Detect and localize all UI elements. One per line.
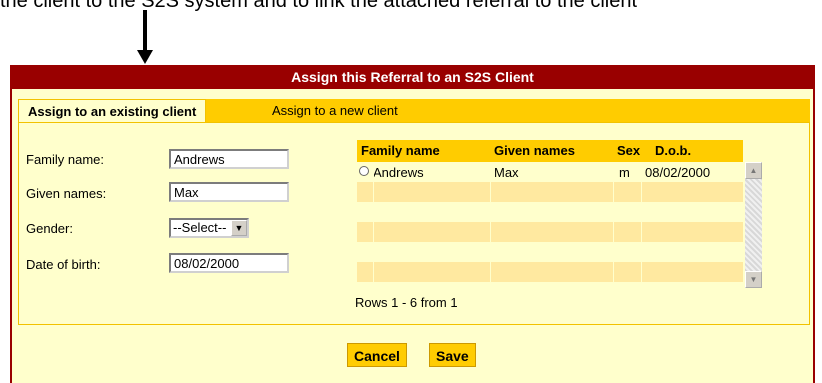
cell-given: Max bbox=[494, 165, 519, 180]
cell-family: Andrews bbox=[373, 165, 424, 180]
family-name-label: Family name: bbox=[26, 152, 105, 167]
gender-select-value: --Select-- bbox=[173, 220, 227, 235]
table-scrollbar[interactable]: ▲ ▼ bbox=[745, 162, 762, 288]
table-row-empty bbox=[357, 222, 743, 242]
cell-sex: m bbox=[619, 165, 630, 180]
family-name-input[interactable] bbox=[169, 149, 289, 169]
given-names-input[interactable] bbox=[169, 182, 289, 202]
instruction-caption: the client to the S2S system and to link… bbox=[0, 0, 638, 12]
dob-input[interactable] bbox=[169, 253, 289, 273]
column-header-family: Family name bbox=[361, 143, 440, 158]
save-button[interactable]: Save bbox=[429, 343, 476, 367]
cell-dob: 08/02/2000 bbox=[645, 165, 711, 180]
column-divider bbox=[641, 162, 642, 286]
arrow-down-icon bbox=[137, 50, 153, 64]
dialog-title: Assign this Referral to an S2S Client bbox=[12, 65, 813, 89]
tab-new-client[interactable]: Assign to a new client bbox=[263, 99, 407, 123]
gender-select[interactable]: --Select-- ▼ bbox=[169, 218, 249, 238]
select-row-radio[interactable] bbox=[359, 166, 369, 176]
table-header: Family name Given names Sex D.o.b. bbox=[357, 140, 743, 162]
column-divider bbox=[490, 162, 491, 286]
rows-info: Rows 1 - 6 from 1 bbox=[355, 295, 458, 310]
column-divider bbox=[613, 162, 614, 286]
cancel-button[interactable]: Cancel bbox=[347, 343, 407, 367]
table-row-empty bbox=[357, 262, 743, 282]
column-header-sex: Sex bbox=[617, 143, 641, 158]
dob-label: Date of birth: bbox=[26, 257, 101, 272]
table-row[interactable]: Andrews Max m 08/02/2000 bbox=[357, 162, 743, 182]
column-divider bbox=[373, 162, 374, 286]
table-row-empty bbox=[357, 242, 743, 262]
table-row-empty bbox=[357, 202, 743, 222]
arrow-pointer bbox=[143, 10, 147, 52]
table-row-empty bbox=[357, 182, 743, 202]
tab-existing-client[interactable]: Assign to an existing client bbox=[18, 99, 207, 124]
chevron-down-icon[interactable]: ▼ bbox=[231, 220, 247, 236]
column-header-given: Given names bbox=[494, 143, 575, 158]
scroll-up-icon[interactable]: ▲ bbox=[745, 162, 762, 179]
assign-referral-dialog: Assign this Referral to an S2S Client As… bbox=[10, 65, 815, 383]
given-names-label: Given names: bbox=[26, 186, 107, 201]
scroll-down-icon[interactable]: ▼ bbox=[745, 271, 762, 288]
gender-label: Gender: bbox=[26, 221, 73, 236]
column-header-dob: D.o.b. bbox=[655, 143, 692, 158]
